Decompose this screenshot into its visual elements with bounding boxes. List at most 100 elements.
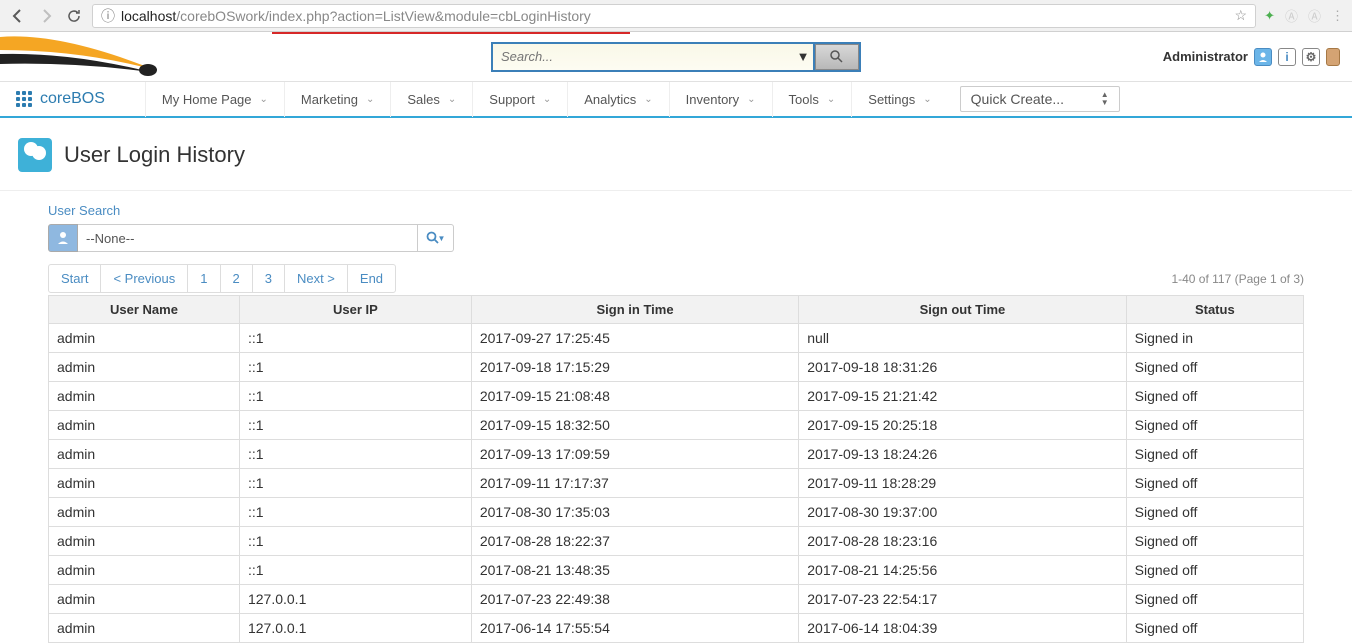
table-cell: Signed off [1126,411,1303,440]
page-link[interactable]: 3 [253,265,285,292]
table-row[interactable]: admin::12017-09-13 17:09:592017-09-13 18… [49,440,1304,469]
table-row[interactable]: admin::12017-09-27 17:25:45nullSigned in [49,324,1304,353]
quick-create-dropdown[interactable]: Quick Create... ▲▼ [960,86,1120,112]
quick-create-label: Quick Create... [971,91,1064,107]
logo[interactable] [12,37,172,77]
nav-item-analytics[interactable]: Analytics⌄ [567,81,668,117]
table-cell: ::1 [239,440,471,469]
page-link[interactable]: Start [49,265,101,292]
table-cell: 2017-09-11 17:17:37 [471,469,798,498]
back-button[interactable] [8,6,28,26]
table-cell: Signed off [1126,614,1303,643]
nav-item-sales[interactable]: Sales⌄ [390,81,472,117]
table-row[interactable]: admin::12017-09-18 17:15:292017-09-18 18… [49,353,1304,382]
angular-icon-1[interactable]: Ⓐ [1285,6,1298,25]
table-row[interactable]: admin::12017-09-15 18:32:502017-09-15 20… [49,411,1304,440]
nav-item-tools[interactable]: Tools⌄ [772,81,852,117]
nav-item-support[interactable]: Support⌄ [472,81,567,117]
column-header[interactable]: Sign in Time [471,296,798,324]
chevron-down-icon: ⌄ [827,94,835,105]
reload-button[interactable] [64,6,84,26]
search-input[interactable] [493,44,793,70]
forward-button[interactable] [36,6,56,26]
page-link[interactable]: End [348,265,395,292]
chevron-down-icon: ⌄ [260,94,268,105]
table-cell: 2017-09-18 18:31:26 [799,353,1126,382]
table-cell: 2017-09-27 17:25:45 [471,324,798,353]
search-button[interactable] [815,44,859,70]
url-host: localhost [121,8,176,24]
table-cell: admin [49,440,240,469]
column-header[interactable]: User Name [49,296,240,324]
table-cell: ::1 [239,527,471,556]
bookmark-star-icon[interactable]: ☆ [1235,7,1248,24]
help-icon[interactable]: i [1278,48,1296,66]
pagination-row: Start< Previous123Next >End 1-40 of 117 … [48,264,1304,293]
table-cell: Signed in [1126,324,1303,353]
table-cell: admin [49,324,240,353]
nav-item-settings[interactable]: Settings⌄ [851,81,947,117]
table-cell: 2017-09-15 18:32:50 [471,411,798,440]
nav-item-inventory[interactable]: Inventory⌄ [669,81,772,117]
table-cell: 2017-08-21 14:25:56 [799,556,1126,585]
table-cell: 2017-09-13 18:24:26 [799,440,1126,469]
table-cell: 2017-09-15 21:08:48 [471,382,798,411]
nav-item-my-home-page[interactable]: My Home Page⌄ [145,81,284,117]
table-row[interactable]: admin::12017-08-28 18:22:372017-08-28 18… [49,527,1304,556]
table-row[interactable]: admin::12017-09-11 17:17:372017-09-11 18… [49,469,1304,498]
page-link[interactable]: 2 [221,265,253,292]
column-header[interactable]: User IP [239,296,471,324]
table-cell: Signed off [1126,527,1303,556]
table-cell: admin [49,353,240,382]
table-row[interactable]: admin::12017-09-15 21:08:482017-09-15 21… [49,382,1304,411]
column-header[interactable]: Status [1126,296,1303,324]
table-cell: admin [49,585,240,614]
page-link[interactable]: < Previous [101,265,188,292]
logout-icon[interactable] [1326,48,1340,66]
user-search-input[interactable] [78,224,418,252]
menu-icon[interactable]: ⋮ [1331,8,1344,24]
table-cell: Signed off [1126,585,1303,614]
table-cell: 2017-09-13 17:09:59 [471,440,798,469]
global-search: ▼ [491,42,861,72]
table-cell: 2017-09-18 17:15:29 [471,353,798,382]
url-bar[interactable]: ⓘ localhost/corebOSwork/index.php?action… [92,4,1256,28]
table-cell: 2017-06-14 17:55:54 [471,614,798,643]
table-cell: 2017-09-15 20:25:18 [799,411,1126,440]
table-cell: Signed off [1126,469,1303,498]
table-cell: 2017-07-23 22:54:17 [799,585,1126,614]
table-cell: ::1 [239,411,471,440]
table-row[interactable]: admin::12017-08-21 13:48:352017-08-21 14… [49,556,1304,585]
settings-icon[interactable]: ⚙ [1302,48,1320,66]
apps-icon[interactable] [16,91,32,107]
table-cell: Signed off [1126,440,1303,469]
table-cell: Signed off [1126,498,1303,527]
table-cell: 2017-07-23 22:49:38 [471,585,798,614]
brand-label[interactable]: coreBOS [40,90,105,108]
nav-item-label: Settings [868,92,915,107]
angular-icon-2[interactable]: Ⓐ [1308,6,1321,25]
sort-arrows-icon: ▲▼ [1101,91,1109,107]
page-title: User Login History [64,142,245,168]
nav-item-label: Support [489,92,535,107]
user-icon[interactable] [1254,48,1272,66]
table-row[interactable]: admin127.0.0.12017-06-14 17:55:542017-06… [49,614,1304,643]
user-search-button[interactable]: ▼ [418,224,454,252]
column-header[interactable]: Sign out Time [799,296,1126,324]
table-cell: ::1 [239,498,471,527]
nav-item-marketing[interactable]: Marketing⌄ [284,81,390,117]
table-header-row: User NameUser IPSign in TimeSign out Tim… [49,296,1304,324]
table-row[interactable]: admin127.0.0.12017-07-23 22:49:382017-07… [49,585,1304,614]
nav-item-label: Inventory [686,92,739,107]
table-cell: admin [49,498,240,527]
page-link[interactable]: 1 [188,265,220,292]
page-link[interactable]: Next > [285,265,348,292]
pagination: Start< Previous123Next >End [48,264,396,293]
leaf-icon[interactable]: ✦ [1264,8,1275,24]
table-cell: 2017-08-21 13:48:35 [471,556,798,585]
table-cell: null [799,324,1126,353]
table-row[interactable]: admin::12017-08-30 17:35:032017-08-30 19… [49,498,1304,527]
table-cell: ::1 [239,556,471,585]
search-dropdown[interactable]: ▼ [793,44,813,70]
table-cell: admin [49,614,240,643]
